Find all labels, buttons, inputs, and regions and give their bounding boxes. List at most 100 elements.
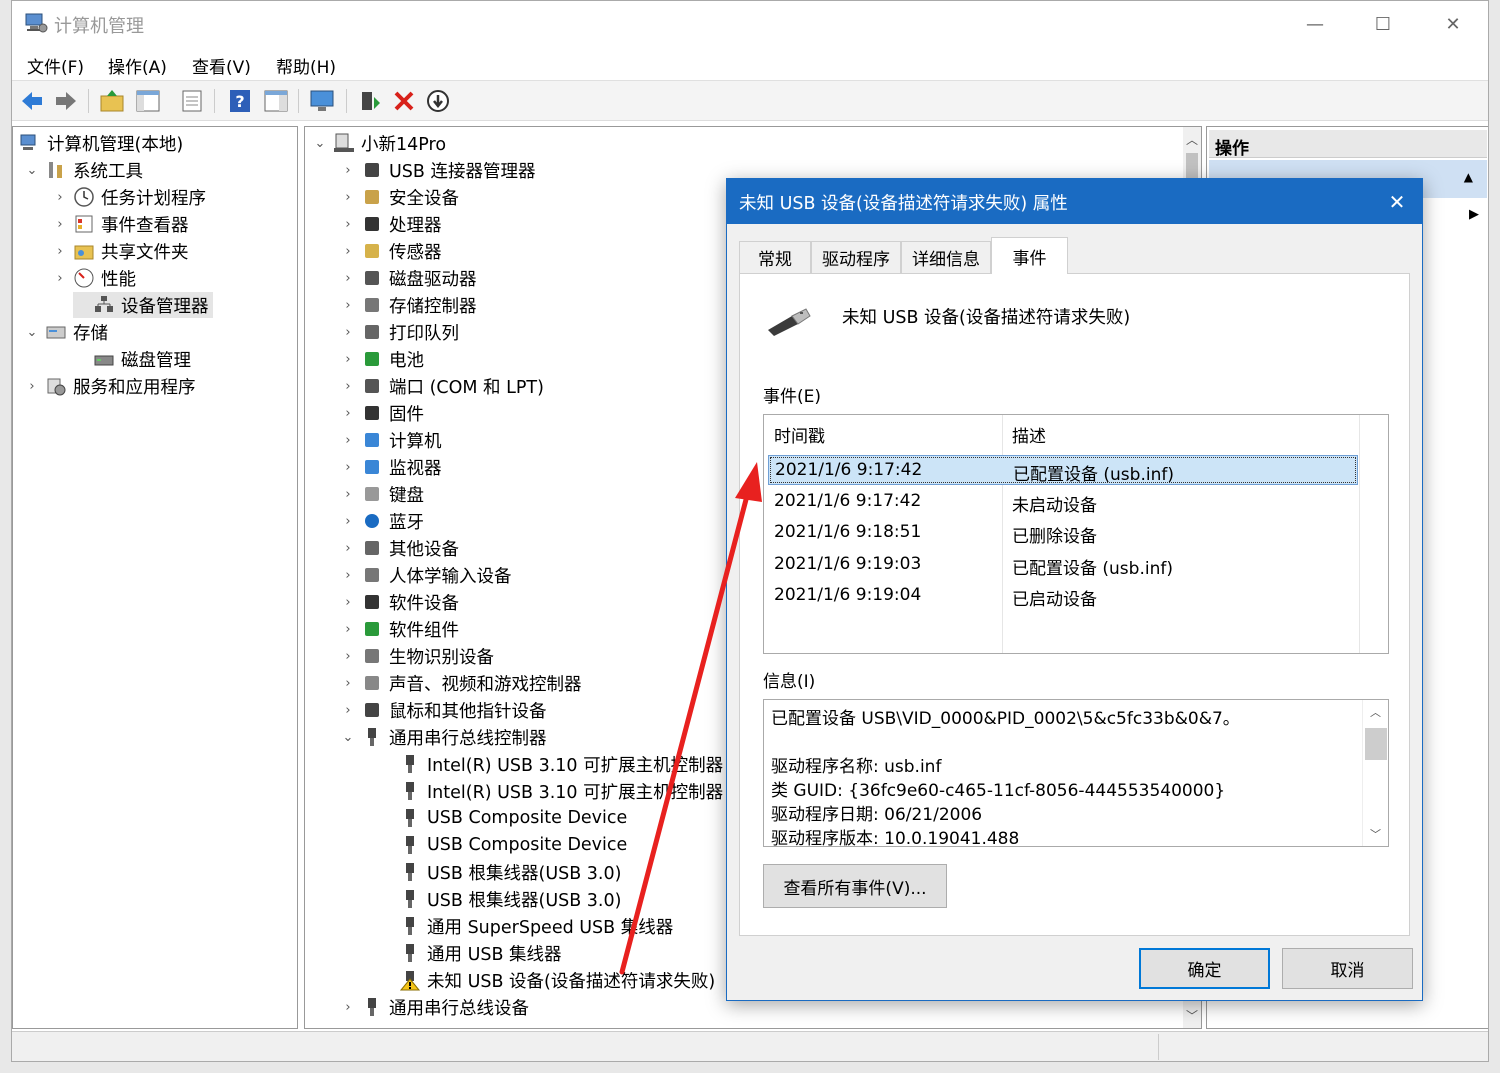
chevron-right-icon[interactable]: › (53, 217, 67, 232)
tree-node-performance[interactable]: › 性能 (53, 265, 136, 291)
chevron-right-icon[interactable]: › (341, 514, 355, 529)
chevron-right-icon[interactable]: › (341, 352, 355, 367)
chevron-right-icon[interactable]: › (53, 244, 67, 259)
view-all-events-button[interactable]: 查看所有事件(V)... (763, 864, 947, 908)
tab-general[interactable]: 常规 (739, 241, 811, 273)
chevron-down-icon[interactable]: ⌄ (313, 136, 327, 151)
menu-action[interactable]: 操作(A) (108, 53, 167, 78)
minimize-button[interactable]: — (1292, 7, 1338, 41)
chevron-right-icon[interactable]: › (53, 190, 67, 205)
chevron-right-icon[interactable]: › (341, 244, 355, 259)
tree-node-device-category[interactable]: › 固件 (341, 400, 424, 426)
tree-node-device-category[interactable]: › 软件设备 (341, 589, 459, 615)
tree-node-usb-device[interactable]: Intel(R) USB 3.10 可扩展主机控制器 - (399, 751, 735, 777)
tree-node-device-category[interactable]: › 存储控制器 (341, 292, 476, 318)
monitor-icon[interactable] (308, 87, 336, 115)
tree-node-shared-folders[interactable]: › 共享文件夹 (53, 238, 188, 264)
chevron-right-icon[interactable]: › (341, 217, 355, 232)
tree-node-usb-device[interactable]: USB 根集线器(USB 3.0) (399, 886, 621, 912)
chevron-right-icon[interactable]: › (341, 325, 355, 340)
events-list[interactable]: 时间戳 描述 2021/1/6 9:17:42 已配置设备 (usb.inf) 20… (763, 414, 1389, 654)
info-textbox[interactable]: 已配置设备 USB\VID_0000&PID_0002\5&c5fc33b&0&… (763, 699, 1389, 847)
tree-node-task-scheduler[interactable]: › 任务计划程序 (53, 184, 206, 210)
tree-node-device-category[interactable]: › 监视器 (341, 454, 441, 480)
help-icon[interactable]: ? (226, 87, 254, 115)
close-window-button[interactable]: ✕ (1430, 7, 1476, 41)
tab-driver[interactable]: 驱动程序 (811, 241, 901, 273)
tree-node-usb-device[interactable]: 通用 USB 集线器 (399, 940, 562, 966)
chevron-right-icon[interactable]: › (341, 379, 355, 394)
properties-sheet-icon[interactable] (178, 87, 206, 115)
chevron-right-icon[interactable]: › (341, 460, 355, 475)
tree-node-computer-management[interactable]: 计算机管理(本地) (19, 130, 183, 156)
info-scrollbar[interactable]: ︿ ﹀ (1362, 700, 1388, 846)
action-pane-icon[interactable] (262, 87, 290, 115)
chevron-right-icon[interactable]: › (341, 487, 355, 502)
chevron-right-icon[interactable]: › (25, 379, 39, 394)
event-row[interactable]: 2021/1/6 9:19:04 已启动设备 (768, 581, 1358, 611)
chevron-right-icon[interactable]: › (341, 595, 355, 610)
tree-node-device-category[interactable]: › 人体学输入设备 (341, 562, 511, 588)
tree-node-device-category[interactable]: › 计算机 (341, 427, 441, 453)
tree-node-device-category[interactable]: › 鼠标和其他指针设备 (341, 697, 546, 723)
column-header-timestamp[interactable]: 时间戳 (774, 415, 825, 453)
tree-node-device-category[interactable]: › 端口 (COM 和 LPT) (341, 373, 544, 399)
chevron-right-icon[interactable]: › (341, 190, 355, 205)
tree-node-system-tools[interactable]: ⌄ 系统工具 (25, 157, 143, 183)
scroll-down-icon[interactable]: ﹀ (1186, 1007, 1198, 1024)
tree-node-usb-device[interactable]: 通用 SuperSpeed USB 集线器 (399, 913, 673, 939)
tree-node-device-category[interactable]: › 打印队列 (341, 319, 459, 345)
uninstall-x-icon[interactable] (390, 87, 418, 115)
tree-node-usb-device[interactable]: USB 根集线器(USB 3.0) (399, 859, 621, 885)
chevron-right-icon[interactable]: › (341, 433, 355, 448)
menu-view[interactable]: 查看(V) (192, 53, 251, 78)
tree-node-computer-root[interactable]: ⌄ 小新14Pro (313, 130, 446, 156)
tree-node-device-category[interactable]: › 其他设备 (341, 535, 459, 561)
tree-node-event-viewer[interactable]: › 事件查看器 (53, 211, 189, 237)
chevron-down-icon[interactable]: ⌄ (341, 730, 355, 745)
scroll-up-icon[interactable]: ︿ (1370, 704, 1381, 720)
tree-node-device-category[interactable]: › 声音、视频和游戏控制器 (341, 670, 581, 696)
ok-button[interactable]: 确定 (1139, 948, 1270, 989)
tree-node-usb-device[interactable]: Intel(R) USB 3.10 可扩展主机控制器 - (399, 778, 735, 804)
event-row[interactable]: 2021/1/6 9:17:42 已配置设备 (usb.inf) (768, 455, 1358, 485)
tree-node-usb-device[interactable]: 未知 USB 设备(设备描述符请求失败) (399, 967, 715, 993)
maximize-button[interactable]: ☐ (1360, 7, 1406, 41)
folder-up-icon[interactable] (98, 87, 126, 115)
event-row[interactable]: 2021/1/6 9:19:03 已配置设备 (usb.inf) (768, 550, 1358, 580)
chevron-right-icon[interactable]: › (341, 649, 355, 664)
menu-file[interactable]: 文件(F) (27, 53, 84, 78)
tree-node-usb-device[interactable]: USB Composite Device (399, 832, 627, 858)
collapse-up-icon[interactable]: ▲ (1464, 170, 1473, 184)
tree-node-device-category[interactable]: › 磁盘驱动器 (341, 265, 476, 291)
tree-node-usb-device[interactable]: USB Composite Device (399, 805, 627, 831)
chevron-right-icon[interactable]: › (341, 298, 355, 313)
tree-node-device-category[interactable]: › 生物识别设备 (341, 643, 494, 669)
event-row[interactable]: 2021/1/6 9:18:51 已删除设备 (768, 518, 1358, 548)
tree-node-disk-management[interactable]: 磁盘管理 (73, 346, 191, 372)
tree-node-device-category[interactable]: › 蓝牙 (341, 508, 424, 534)
chevron-down-icon[interactable]: ⌄ (25, 163, 39, 178)
back-arrow-icon[interactable] (18, 87, 46, 115)
chevron-right-icon[interactable]: › (341, 1000, 355, 1015)
cancel-button[interactable]: 取消 (1282, 948, 1413, 989)
scroll-up-icon[interactable]: ︿ (1186, 131, 1198, 148)
chevron-right-icon[interactable]: › (341, 541, 355, 556)
tree-node-device-category[interactable]: › 软件组件 (341, 616, 459, 642)
chevron-right-icon[interactable]: › (341, 622, 355, 637)
forward-arrow-icon[interactable] (52, 87, 80, 115)
column-header-description[interactable]: 描述 (1012, 415, 1046, 453)
more-actions-arrow-icon[interactable]: ▶ (1469, 207, 1479, 222)
scroll-thumb[interactable] (1365, 728, 1387, 760)
chevron-right-icon[interactable]: › (341, 163, 355, 178)
scroll-down-icon[interactable]: ﹀ (1370, 826, 1381, 842)
tree-node-usb-controllers[interactable]: ⌄ 通用串行总线控制器 (341, 724, 547, 750)
disable-device-icon[interactable] (424, 87, 452, 115)
tree-node-device-category[interactable]: › 键盘 (341, 481, 424, 507)
chevron-right-icon[interactable]: › (341, 271, 355, 286)
show-hide-console-tree-icon[interactable] (134, 87, 162, 115)
tab-events[interactable]: 事件 (991, 237, 1068, 274)
tab-details[interactable]: 详细信息 (901, 241, 991, 273)
chevron-right-icon[interactable]: › (341, 568, 355, 583)
tree-node-usb-devices[interactable]: › 通用串行总线设备 (341, 994, 529, 1020)
